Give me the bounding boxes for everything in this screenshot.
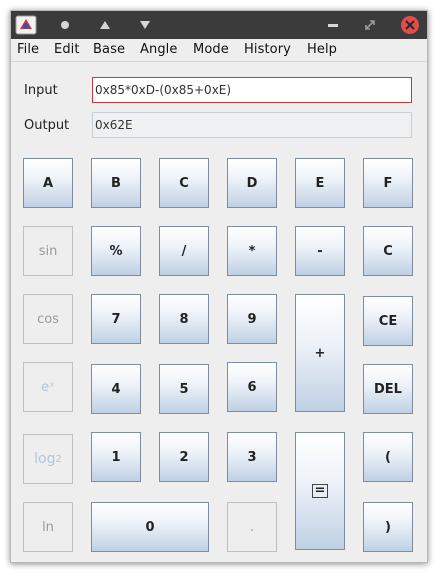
key-divide[interactable]: /	[159, 226, 209, 276]
key-e[interactable]: E	[295, 158, 345, 208]
key-open-paren[interactable]: (	[363, 432, 413, 482]
key-c-hex[interactable]: C	[159, 158, 209, 208]
key-f[interactable]: F	[363, 158, 413, 208]
log2-subscript: 2	[55, 453, 62, 465]
input-label: Input	[24, 83, 58, 98]
key-dot[interactable]: .	[227, 502, 277, 552]
key-clear[interactable]: C	[363, 226, 413, 276]
key-sin[interactable]: sin	[23, 226, 73, 276]
key-log2[interactable]: log 2	[23, 434, 73, 484]
log2-label: log	[34, 451, 56, 467]
key-5[interactable]: 5	[159, 364, 209, 414]
input-field[interactable]: 0x85*0xD-(0x85+0xE)	[92, 77, 412, 103]
output-label: Output	[24, 118, 70, 133]
close-icon[interactable]	[398, 11, 422, 39]
key-exp[interactable]: eˣ	[23, 362, 73, 412]
menu-help[interactable]: Help	[307, 42, 337, 57]
key-2[interactable]: 2	[159, 432, 209, 482]
key-close-paren[interactable]: )	[363, 502, 413, 552]
key-delete[interactable]: DEL	[363, 364, 413, 414]
key-percent[interactable]: %	[91, 226, 141, 276]
key-plus[interactable]: +	[295, 294, 345, 412]
minimize-icon[interactable]	[321, 11, 345, 39]
output-field: 0x62E	[92, 112, 412, 138]
key-equals[interactable]: =	[295, 432, 345, 550]
triangle-up-icon[interactable]	[93, 11, 117, 39]
key-multiply[interactable]: *	[227, 226, 277, 276]
key-4[interactable]: 4	[91, 364, 141, 414]
key-b[interactable]: B	[91, 158, 141, 208]
key-d[interactable]: D	[227, 158, 277, 208]
key-6[interactable]: 6	[227, 362, 277, 412]
dot-icon[interactable]	[53, 11, 77, 39]
key-1[interactable]: 1	[91, 432, 141, 482]
key-cos[interactable]: cos	[23, 294, 73, 344]
key-0[interactable]: 0	[91, 502, 209, 552]
restore-icon[interactable]	[358, 11, 382, 39]
key-ln[interactable]: ln	[23, 502, 73, 552]
menu-base[interactable]: Base	[93, 42, 125, 57]
menu-history[interactable]: History	[244, 42, 291, 57]
triangle-down-icon[interactable]	[133, 11, 157, 39]
menu-edit[interactable]: Edit	[54, 42, 80, 57]
menu-mode[interactable]: Mode	[193, 42, 229, 57]
app-icon[interactable]	[15, 15, 37, 35]
key-clear-entry[interactable]: CE	[363, 296, 413, 346]
title-bar	[11, 11, 427, 39]
key-7[interactable]: 7	[91, 294, 141, 344]
key-minus[interactable]: -	[295, 226, 345, 276]
key-9[interactable]: 9	[227, 294, 277, 344]
key-a[interactable]: A	[23, 158, 73, 208]
menu-file[interactable]: File	[17, 42, 39, 57]
equals-label: =	[311, 484, 329, 498]
menu-angle[interactable]: Angle	[140, 42, 178, 57]
menu-bar: File Edit Base Angle Mode History Help	[11, 39, 427, 62]
calculator-window: File Edit Base Angle Mode History Help I…	[10, 10, 428, 563]
key-3[interactable]: 3	[227, 432, 277, 482]
key-8[interactable]: 8	[159, 294, 209, 344]
